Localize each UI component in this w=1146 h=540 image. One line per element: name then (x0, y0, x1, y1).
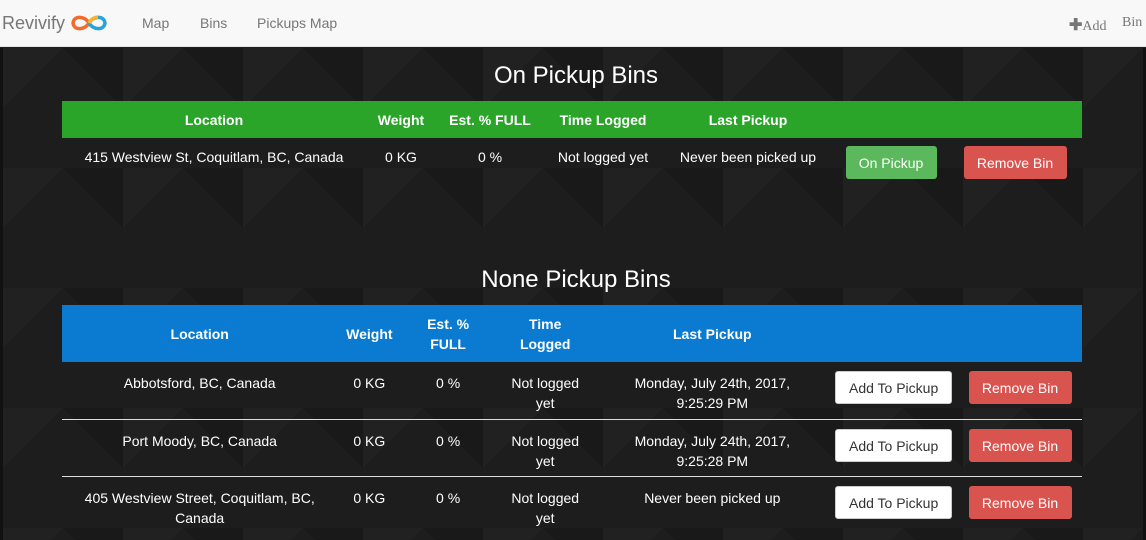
cell-location: Abbotsford, BC, Canada (123, 375, 276, 391)
cell-full: 0 % (401, 418, 495, 476)
nav-link-bins[interactable]: Bins (200, 15, 227, 31)
cell-last-pickup: Monday, July 24th, 2017, 9:25:29 PM (634, 375, 790, 411)
header-last-pickup: Last Pickup (595, 305, 830, 362)
cell-last-pickup: Never been picked up (595, 475, 830, 533)
nav-link-map[interactable]: Map (142, 15, 169, 31)
main-content: On Pickup Bins Location Weight Est. % FU… (0, 48, 1146, 540)
table-row: 405 Westview Street, Coquitlam, BC, Cana… (62, 475, 1082, 533)
header-time-logged: Time Logged (544, 101, 662, 138)
header-time-logged: Time Logged (494, 305, 596, 362)
on-pickup-title: On Pickup Bins (493, 62, 659, 89)
brand-name: Revivify (2, 12, 66, 33)
add-bin-link[interactable]: ✚Add (1069, 15, 1107, 35)
header-location: Location (62, 101, 366, 138)
cell-weight: 0 KG (353, 375, 386, 391)
none-pickup-table: Location Weight Est. % FULL Time Logged … (62, 305, 1082, 533)
cell-full: 0 % (477, 149, 503, 165)
header-est-full: Est. % FULL (436, 101, 544, 138)
navbar: Revivify Map Bins Pickups Map ✚Add Bin (0, 0, 1146, 47)
cell-time-logged: Not logged yet (557, 149, 649, 165)
cell-full: 0 % (436, 375, 461, 391)
none-pickup-title: None Pickup Bins (481, 266, 671, 293)
cell-weight: 0 KG (337, 418, 402, 476)
add-label: Add (1082, 19, 1107, 34)
remove-bin-button[interactable]: Remove Bin (968, 485, 1072, 519)
header-est-full: Est. % FULL (401, 305, 495, 362)
cell-full: 0 % (401, 475, 495, 533)
remove-bin-button[interactable]: Remove Bin (963, 146, 1067, 179)
header-weight: Weight (366, 101, 436, 138)
remove-bin-button[interactable]: Remove Bin (968, 371, 1072, 404)
table-row: Abbotsford, BC, Canada 0 KG 0 % Not logg… (62, 362, 1082, 419)
on-pickup-button[interactable]: On Pickup (845, 146, 937, 179)
header-location: Location (62, 305, 338, 362)
add-to-pickup-button[interactable]: Add To Pickup (835, 428, 953, 462)
cell-location: Port Moody, BC, Canada (62, 418, 338, 476)
cell-location: 405 Westview Street, Coquitlam, BC, Cana… (62, 475, 338, 533)
cell-location: 415 Westview St, Coquitlam, BC, Canada (84, 149, 344, 165)
cell-time-logged: Not logged yet (511, 375, 580, 411)
header-weight: Weight (337, 305, 402, 362)
cell-last-pickup: Never been picked up (679, 149, 817, 165)
infinity-logo-icon (71, 15, 107, 31)
add-to-pickup-button[interactable]: Add To Pickup (835, 371, 953, 404)
bin-link[interactable]: Bin (1122, 15, 1142, 31)
nav-link-pickups-map[interactable]: Pickups Map (257, 15, 337, 31)
header-last-pickup: Last Pickup (662, 101, 834, 138)
cell-last-pickup: Monday, July 24th, 2017, 9:25:28 PM (595, 418, 830, 476)
brand[interactable]: Revivify (2, 12, 110, 34)
on-pickup-table: Location Weight Est. % FULL Time Logged … (62, 101, 1082, 190)
remove-bin-button[interactable]: Remove Bin (968, 428, 1072, 462)
cell-weight: 0 KG (385, 149, 417, 165)
plus-icon: ✚ (1069, 17, 1083, 34)
table-row: 415 Westview St, Coquitlam, BC, Canada 0… (62, 138, 1082, 190)
cell-time-logged: Not logged yet (494, 475, 596, 533)
cell-time-logged: Not logged yet (494, 418, 596, 476)
add-to-pickup-button[interactable]: Add To Pickup (835, 485, 953, 519)
table-row: Port Moody, BC, Canada 0 KG 0 % Not logg… (62, 418, 1082, 476)
cell-weight: 0 KG (337, 475, 402, 533)
